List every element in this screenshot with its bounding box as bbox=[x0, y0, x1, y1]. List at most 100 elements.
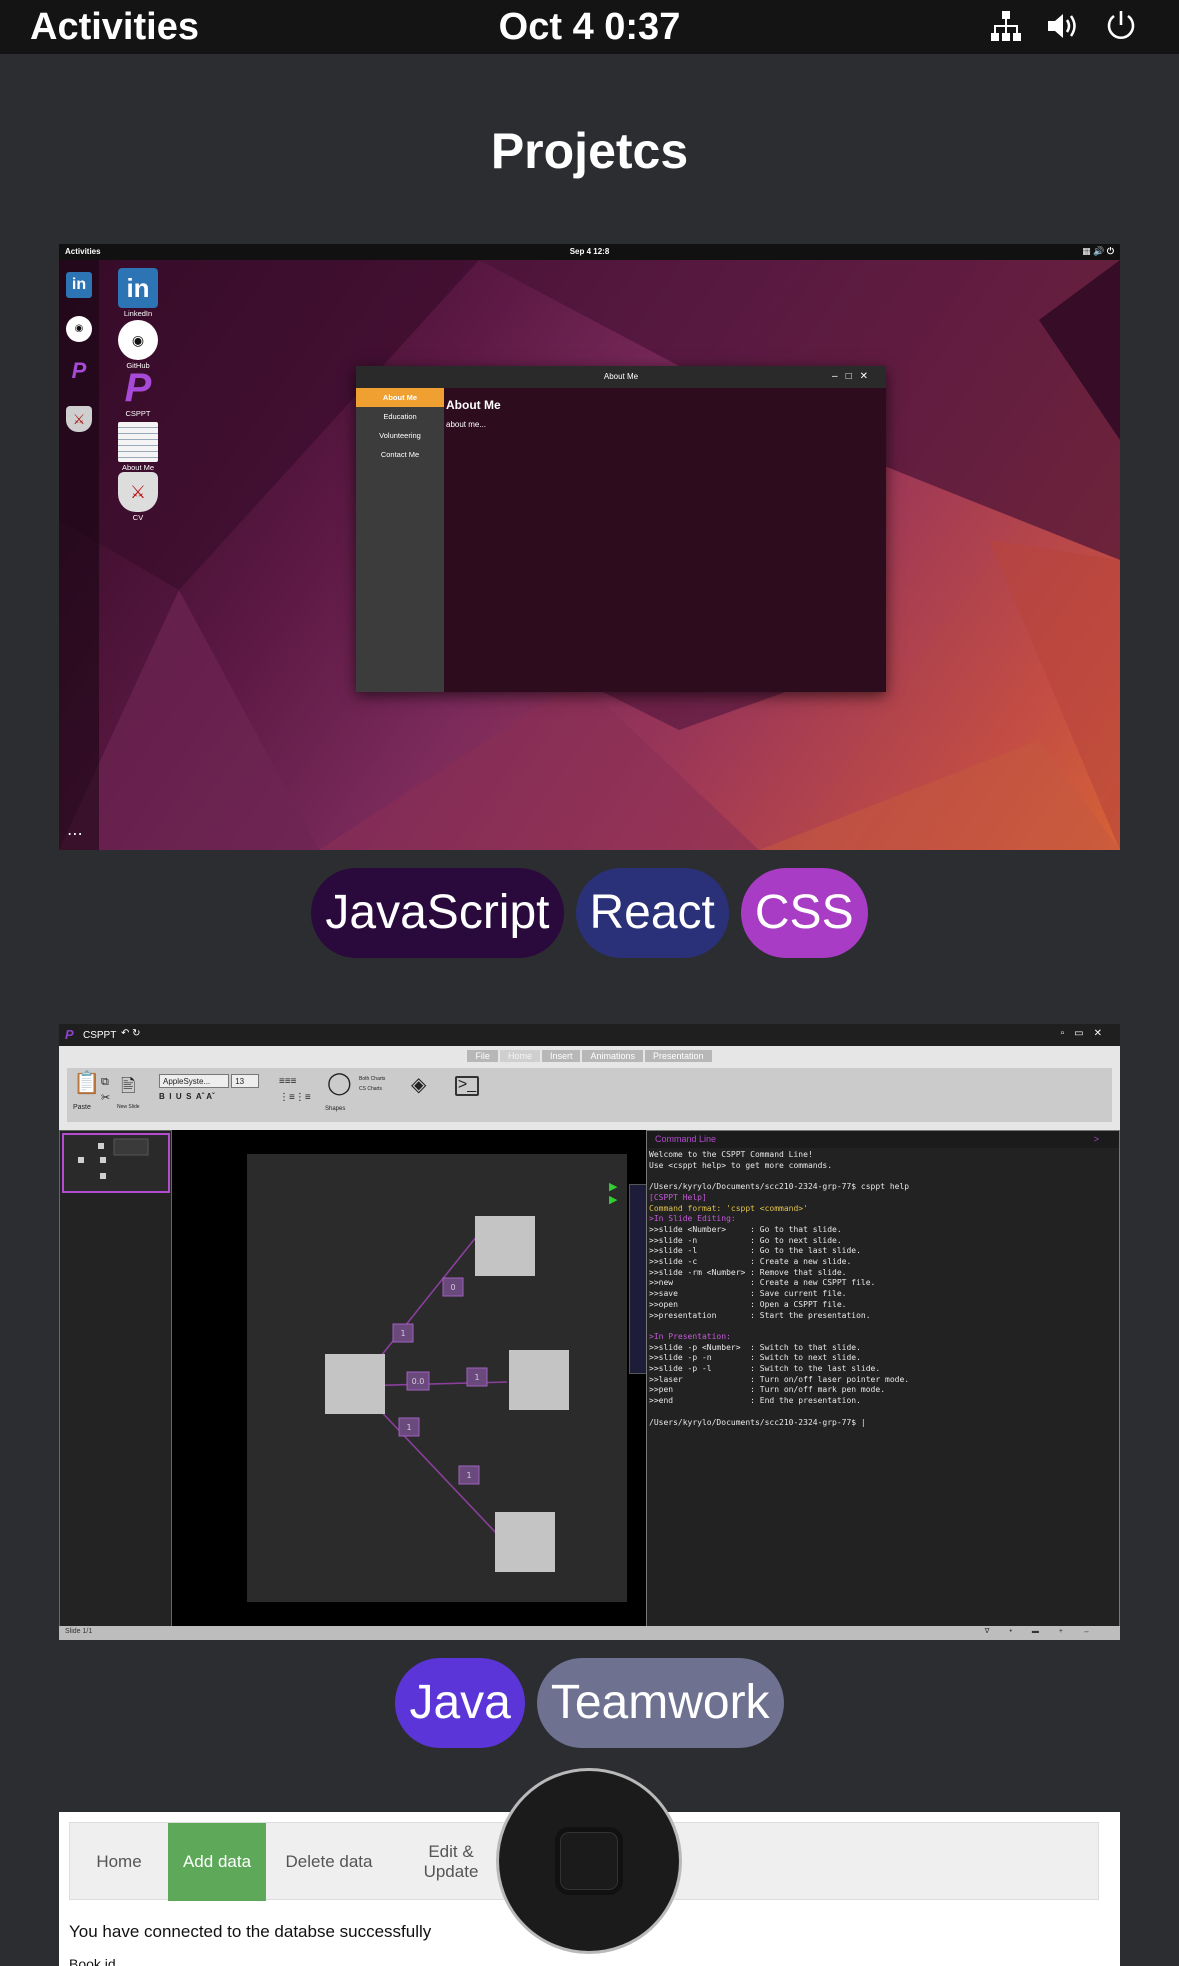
csppt-icon: P bbox=[124, 366, 152, 410]
power-icon[interactable] bbox=[1103, 8, 1139, 44]
desktop-icon-about-me: About Me bbox=[114, 422, 162, 472]
font-name-box: AppleSyste... bbox=[159, 1074, 229, 1088]
tag-javascript[interactable]: JavaScript bbox=[311, 868, 564, 958]
project2-tags: Java Teamwork bbox=[0, 1658, 1179, 1748]
mini-dock: in ◉ P ⚔ bbox=[59, 260, 99, 850]
window-body: about me... bbox=[446, 420, 487, 429]
connection-message: You have connected to the databse succes… bbox=[69, 1922, 432, 1941]
linkedin-icon: in bbox=[66, 272, 92, 298]
terminal-line: >>slide -rm <Number> : Remove that slide… bbox=[649, 1267, 847, 1277]
cv-crest-icon: ⚔ bbox=[118, 472, 158, 512]
project1-tags: JavaScript React CSS bbox=[0, 868, 1179, 958]
ribbon-tab: Home bbox=[499, 1050, 540, 1062]
nav-add-data: Add data bbox=[168, 1823, 266, 1901]
terminal-line: >>slide -p -l : Switch to the last slide… bbox=[649, 1364, 881, 1374]
page-title: Projetcs bbox=[490, 123, 689, 179]
top-bar: Activities Oct 4 0:37 bbox=[0, 0, 1179, 54]
diagram-label: 1 bbox=[466, 1471, 471, 1480]
app-grid-icon: ⋯⋯ bbox=[67, 826, 83, 850]
window-menu-item: Contact Me bbox=[380, 450, 420, 459]
project-screenshot-portfolio[interactable]: Activities Sep 4 12:8 ▦ 🔊 ⏻ in ◉ P ⚔ in … bbox=[59, 244, 1120, 850]
ribbon-tab: Insert bbox=[541, 1050, 581, 1062]
csppt-icon: P bbox=[71, 358, 87, 383]
terminal-line: Use <csppt help> to get more commands. bbox=[649, 1160, 833, 1170]
linkedin-icon: in bbox=[118, 268, 158, 308]
command-line-panel: Command Line > Welcome to the CSPPT Comm… bbox=[646, 1130, 1120, 1630]
chart-options: Both Charts CS Charts bbox=[359, 1074, 385, 1094]
window-sidebar: About Me Education Volunteering Contact … bbox=[356, 388, 444, 692]
align-icons: ≡≡≡ ⋮≡⋮≡ bbox=[279, 1076, 311, 1103]
diagram-label: 0 bbox=[450, 1283, 455, 1292]
slides-pane bbox=[59, 1130, 172, 1630]
github-icon: ◉ bbox=[118, 320, 158, 360]
terminal-line: >>slide -p <Number> : Switch to that sli… bbox=[649, 1342, 861, 1352]
activities-button[interactable]: Activities bbox=[30, 6, 199, 49]
terminal-icon: >_ bbox=[455, 1076, 479, 1096]
github-icon: ◉ bbox=[66, 316, 92, 342]
nav-edit-update: Edit & Update bbox=[423, 1842, 479, 1881]
ribbon-body: 📋 Paste ⧉ ✂ 🖹 New Slide AppleSyste... 13 … bbox=[67, 1068, 1112, 1122]
desktop-icon-label: CSPPT bbox=[125, 409, 151, 418]
system-tray[interactable] bbox=[989, 8, 1139, 44]
diagram-label: 1 bbox=[406, 1423, 411, 1432]
desktop-icon-label: CV bbox=[132, 513, 144, 522]
desktop-icon-cv: ⚔ CV bbox=[114, 472, 162, 522]
new-slide-icon: 🖹 bbox=[121, 1076, 136, 1096]
terminal-line: >>new : Create a new CSPPT file. bbox=[649, 1278, 876, 1288]
undo-redo-icons: ↶ ↻ bbox=[121, 1028, 141, 1039]
hidden-panel bbox=[629, 1184, 647, 1374]
project-screenshot-csppt[interactable]: P CSPPT ↶ ↻ ▫▭✕ File Home Insert Animati… bbox=[59, 1024, 1120, 1640]
home-button[interactable] bbox=[496, 1768, 682, 1954]
terminal-line: >>slide -l : Go to the last slide. bbox=[649, 1246, 861, 1256]
shapes-label: Shapes bbox=[325, 1106, 346, 1112]
command-line-header: Command Line > bbox=[647, 1131, 1119, 1148]
slide-canvas: 0 1 0.0 1 1 1 bbox=[247, 1154, 627, 1602]
new-slide-label: New Slide bbox=[117, 1104, 140, 1110]
terminal-line: >In Presentation: bbox=[649, 1331, 731, 1341]
ribbon-tab: Animations bbox=[582, 1050, 644, 1062]
ribbon-tabs: File Home Insert Animations Presentation bbox=[59, 1050, 1120, 1062]
terminal-line: Welcome to the CSPPT Command Line! bbox=[649, 1150, 813, 1159]
diagram-label: 0.0 bbox=[412, 1377, 425, 1386]
volume-icon[interactable] bbox=[1045, 9, 1081, 43]
terminal-line: /Users/kyrylo/Documents/scc210-2324-grp-… bbox=[649, 1417, 866, 1427]
fill-icon: ◈ bbox=[411, 1074, 427, 1096]
terminal-line: >>presentation : Start the presentation. bbox=[649, 1310, 871, 1320]
format-buttons-icons: B I U S Aˆ Aˇ bbox=[159, 1092, 215, 1101]
window-titlebar: About Me –□✕ bbox=[356, 366, 886, 388]
font-controls: AppleSyste... 13 B I U S Aˆ Aˇ bbox=[159, 1074, 260, 1101]
notepad-icon bbox=[118, 422, 158, 462]
tag-java[interactable]: Java bbox=[395, 1658, 525, 1748]
tag-css[interactable]: CSS bbox=[740, 868, 868, 958]
window-content: About Me about me... bbox=[444, 388, 886, 692]
mini-clock: Sep 4 12:8 bbox=[569, 247, 610, 256]
mini-tray-icons: ▦ 🔊 ⏻ bbox=[1082, 246, 1114, 256]
terminal-line: >>pen : Turn on/off mark pen mode. bbox=[649, 1385, 886, 1395]
window-heading: About Me bbox=[446, 398, 501, 412]
nav-delete-data: Delete data bbox=[285, 1852, 373, 1871]
terminal-output: Welcome to the CSPPT Command Line! Use <… bbox=[647, 1148, 1119, 1430]
chart-label: CS Charts bbox=[359, 1086, 383, 1092]
tag-teamwork[interactable]: Teamwork bbox=[536, 1658, 784, 1748]
terminal-line: >>end : End the presentation. bbox=[649, 1396, 861, 1406]
nav-home: Home bbox=[96, 1852, 142, 1871]
cv-crest-icon: ⚔ bbox=[66, 406, 92, 432]
window-menu-item: Volunteering bbox=[379, 431, 421, 440]
slide-counter: Slide 1/1 bbox=[65, 1628, 93, 1635]
zoom-controls-icons: ∇•▬+↔ bbox=[984, 1628, 1110, 1635]
chart-label: Both Charts bbox=[359, 1076, 386, 1082]
csppt-logo-icon: P bbox=[65, 1027, 74, 1042]
play-icons: ▶ ▶ bbox=[609, 1181, 618, 1206]
desktop-icon-linkedin: in LinkedIn bbox=[114, 268, 162, 318]
desktop-icon-github: ◉ GitHub bbox=[114, 320, 162, 370]
csppt-app-title: CSPPT bbox=[83, 1030, 117, 1041]
mini-top-bar: Activities Sep 4 12:8 ▦ 🔊 ⏻ bbox=[59, 244, 1120, 260]
terminal-line: [CSPPT Help] bbox=[649, 1192, 707, 1202]
terminal-line: /Users/kyrylo/Documents/scc210-2324-grp-… bbox=[649, 1182, 910, 1192]
desktop-icon-csppt: P CSPPT bbox=[114, 368, 162, 418]
desktop-icon-label: About Me bbox=[121, 463, 155, 472]
tag-react[interactable]: React bbox=[575, 868, 729, 958]
terminal-line: >In Slide Editing: bbox=[649, 1214, 736, 1224]
terminal-line: >>slide -p -n : Switch to next slide. bbox=[649, 1353, 861, 1363]
network-icon[interactable] bbox=[989, 9, 1023, 43]
